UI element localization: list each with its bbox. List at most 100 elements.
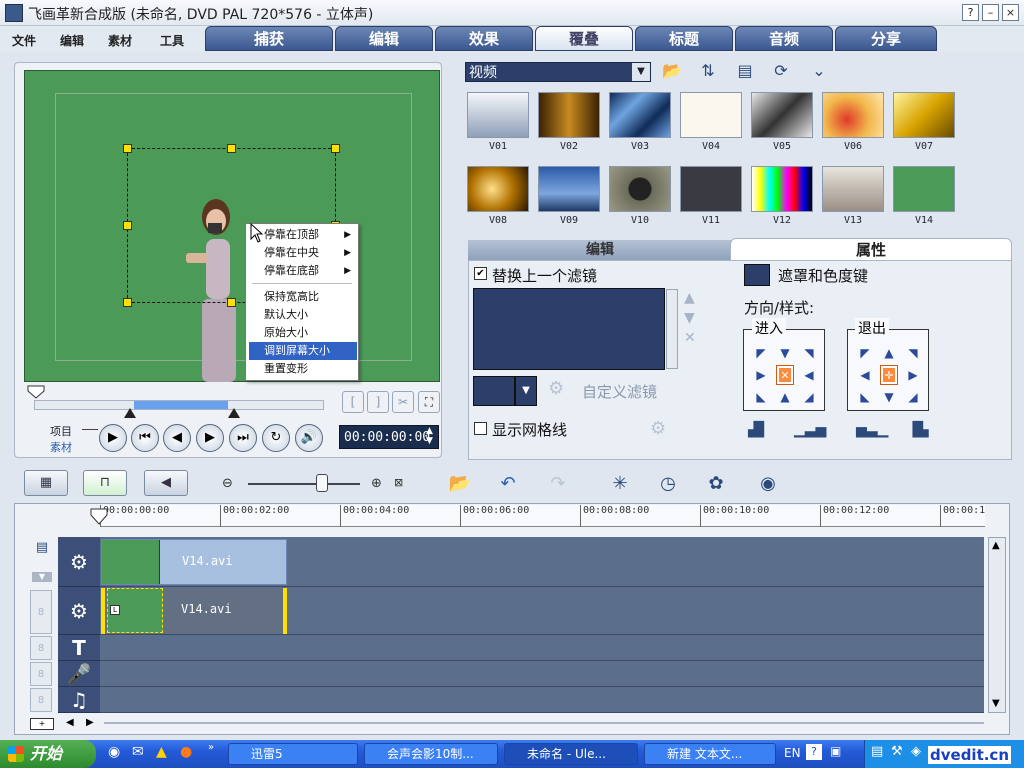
library-manager-button[interactable]: ▤ xyxy=(732,60,758,84)
resize-handle-left[interactable] xyxy=(123,221,132,230)
preset-dropdown-button[interactable]: ▼ xyxy=(515,376,537,406)
repeat-button[interactable]: ↻ xyxy=(262,424,290,452)
library-thumb-v03[interactable]: V03 xyxy=(609,92,671,158)
timecode-spinner-icon[interactable]: ▲ ▼ xyxy=(426,426,433,446)
tab-panel-attributes[interactable]: 属性 xyxy=(730,238,1012,260)
play-button[interactable]: ▶ xyxy=(99,424,127,452)
trim-in-marker-icon[interactable] xyxy=(124,408,136,418)
enter-bottom-arrow-icon[interactable]: ▲ xyxy=(773,386,797,408)
audio-level-up-icon[interactable]: ▁▃▅ xyxy=(794,422,826,438)
quicklaunch-firefox-icon[interactable]: ● xyxy=(180,744,192,760)
tab-effect[interactable]: 效果 xyxy=(435,26,533,51)
collapse-track-icon[interactable]: ▼ xyxy=(32,572,52,582)
enter-top-arrow-icon[interactable]: ▼ xyxy=(773,342,797,364)
resize-handle-top[interactable] xyxy=(227,144,236,153)
tray-network-icon[interactable]: ▤ xyxy=(871,744,883,759)
timeline-vertical-scrollbar[interactable] xyxy=(988,537,1006,713)
library-thumb-v05[interactable]: V05 xyxy=(751,92,813,158)
library-thumb-v12[interactable]: V12 xyxy=(751,166,813,232)
enter-left-arrow-icon[interactable]: ▶ xyxy=(749,364,773,386)
library-thumb-v04[interactable]: V04 xyxy=(680,92,742,158)
quicklaunch-warning-icon[interactable]: ▲ xyxy=(156,744,167,760)
library-thumb-v11[interactable]: V11 xyxy=(680,166,742,232)
menu-tools[interactable]: 工具 xyxy=(160,32,184,49)
ctx-fit-screen[interactable]: 调到屏幕大小 xyxy=(249,342,357,360)
storyboard-view-button[interactable]: ▦ xyxy=(24,470,68,496)
exit-bottom-arrow-icon[interactable]: ▼ xyxy=(877,386,901,408)
expand-preview-button[interactable]: ⛶ xyxy=(418,391,440,413)
taskbar-item-notepad[interactable]: 新建 文本文... xyxy=(644,743,776,765)
exit-top-left-arrow-icon[interactable]: ◤ xyxy=(853,342,877,364)
timeline-horizontal-scrollbar[interactable] xyxy=(104,722,984,724)
library-thumb-v14[interactable]: V14 xyxy=(893,166,955,232)
expand-library-button[interactable]: ⌄ xyxy=(806,60,832,84)
mode-clip[interactable]: 素材 xyxy=(50,439,72,455)
library-thumb-v02[interactable]: V02 xyxy=(538,92,600,158)
music-track[interactable] xyxy=(100,687,984,713)
scroll-down-icon[interactable]: ▼ xyxy=(992,698,1000,709)
exit-top-right-arrow-icon[interactable]: ◥ xyxy=(901,342,925,364)
tray-shield-icon[interactable]: ◈ xyxy=(911,744,921,759)
tray-tool-icon[interactable]: ⚒ xyxy=(891,744,903,759)
exit-none-icon[interactable]: ✛ xyxy=(880,365,898,385)
chapter-point-button[interactable]: ◷ xyxy=(654,470,682,498)
tab-overlay[interactable]: 覆叠 xyxy=(535,26,633,51)
playhead-marker-icon[interactable] xyxy=(27,385,45,399)
zoom-in-icon[interactable]: ⊕ xyxy=(371,476,382,491)
menu-clip[interactable]: 素材 xyxy=(108,32,132,49)
taskbar-item-thunder[interactable]: 迅雷5 xyxy=(228,743,358,765)
zoom-slider-track[interactable] xyxy=(248,483,360,485)
library-thumb-v06[interactable]: V06 xyxy=(822,92,884,158)
video-track-icon[interactable]: ⚙ xyxy=(58,537,100,587)
timeline-view-button[interactable]: ⊓ xyxy=(83,470,127,496)
quicklaunch-expand-icon[interactable]: » xyxy=(208,742,214,753)
help-tray-icon[interactable]: ? xyxy=(806,744,822,760)
sort-button[interactable]: ⇅ xyxy=(695,60,721,84)
ctx-keep-aspect[interactable]: 保持宽高比 xyxy=(249,288,357,306)
ctx-dock-bottom[interactable]: 停靠在底部 ▶ xyxy=(249,262,357,280)
quicklaunch-ie-icon[interactable]: ◉ xyxy=(108,744,120,760)
close-button[interactable]: × xyxy=(1002,4,1019,21)
voice-track-lock[interactable]: 8 xyxy=(30,662,52,686)
resize-handle-top-left[interactable] xyxy=(123,144,132,153)
tab-title[interactable]: 标题 xyxy=(635,26,733,51)
taskbar-item-browser[interactable]: 会声会影10制... xyxy=(364,743,498,765)
library-thumb-v01[interactable]: V01 xyxy=(467,92,529,158)
exit-right-arrow-icon[interactable]: ▶ xyxy=(901,364,925,386)
tab-capture[interactable]: 捕获 xyxy=(205,26,333,51)
library-thumb-v08[interactable]: V08 xyxy=(467,166,529,232)
enter-bottom-right-arrow-icon[interactable]: ◢ xyxy=(797,386,821,408)
next-frame-button[interactable]: ▶ xyxy=(196,424,224,452)
show-grid-checkbox[interactable] xyxy=(474,422,487,435)
library-thumb-v13[interactable]: V13 xyxy=(822,166,884,232)
timecode-display[interactable]: 00:00:00:00 xyxy=(339,425,439,449)
tab-edit[interactable]: 编辑 xyxy=(335,26,433,51)
undo-button[interactable]: ↶ xyxy=(494,470,522,498)
track-manager-button[interactable]: ✿ xyxy=(702,470,730,498)
voice-track[interactable] xyxy=(100,661,984,687)
insert-media-button[interactable]: 📂 xyxy=(446,470,474,498)
start-button[interactable]: 开始 xyxy=(0,740,96,768)
fade-out-icon[interactable]: ▐▙ xyxy=(907,422,929,438)
enter-none-icon[interactable]: ✕ xyxy=(776,365,794,385)
ctx-dock-top[interactable]: 停靠在顶部 ▶ xyxy=(249,226,357,244)
music-track-icon[interactable]: ♫ xyxy=(58,687,100,713)
filter-list[interactable] xyxy=(473,288,665,370)
trim-out-marker-icon[interactable] xyxy=(228,408,240,418)
filter-preset-swatch[interactable] xyxy=(473,376,515,406)
taskbar-item-editor[interactable]: 未命名 - Ule... xyxy=(504,743,638,765)
tab-panel-edit[interactable]: 编辑 xyxy=(468,240,732,260)
scroll-left-icon[interactable]: ◀ xyxy=(66,717,74,728)
music-track-lock[interactable]: 8 xyxy=(30,688,52,712)
mask-chroma-icon[interactable] xyxy=(744,264,770,286)
audio-level-down-icon[interactable]: ▅▃▁ xyxy=(856,422,888,438)
overlay-track-icon[interactable]: ⚙ xyxy=(58,587,100,635)
import-folder-button[interactable]: 📂 xyxy=(659,60,685,84)
mode-project[interactable]: 项目 xyxy=(50,423,72,439)
title-track-icon[interactable]: T xyxy=(58,635,100,661)
home-button[interactable]: ⏮ xyxy=(131,424,159,452)
track-view-toggle-icon[interactable]: ▤ xyxy=(30,540,54,562)
ctx-reset-transform[interactable]: 重置变形 xyxy=(249,360,357,378)
zoom-slider-thumb[interactable] xyxy=(316,474,328,492)
redo-button[interactable]: ↷ xyxy=(544,470,572,498)
